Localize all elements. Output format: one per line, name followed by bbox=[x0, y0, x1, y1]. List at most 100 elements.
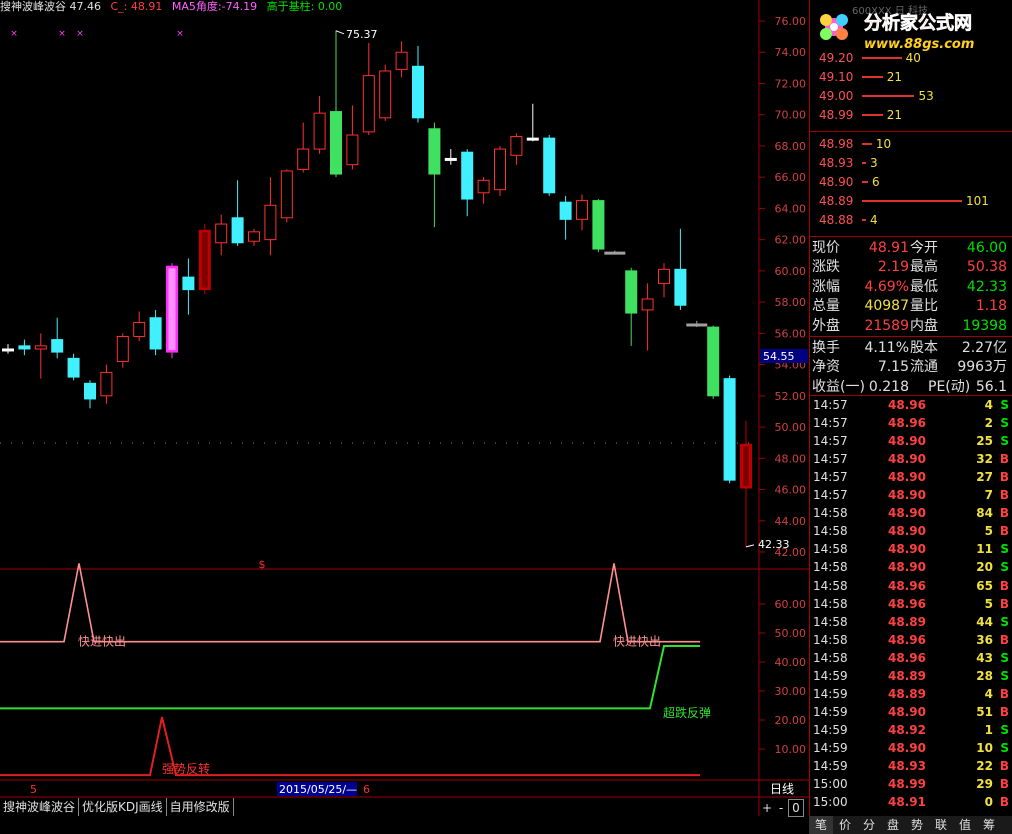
tick-row[interactable]: 14:58 48.89 44 S bbox=[810, 613, 1012, 631]
tick-price: 48.89 bbox=[888, 686, 926, 701]
tick-direction: B bbox=[999, 795, 1009, 810]
tick-row[interactable]: 14:58 48.96 65 B bbox=[810, 577, 1012, 595]
tick-direction: B bbox=[999, 686, 1009, 701]
quote-panel: 49.20 40 49.10 21 49.00 53 48.99 21 48.98 10 48.93… bbox=[809, 0, 1012, 834]
tick-volume: 44 bbox=[976, 614, 993, 629]
tick-row[interactable]: 14:59 48.89 28 S bbox=[810, 667, 1012, 685]
tick-time: 14:59 bbox=[813, 740, 848, 755]
rebound-label: 超跌反弹 bbox=[663, 705, 711, 720]
tick-price: 48.96 bbox=[888, 596, 926, 611]
buy-row[interactable]: 48.93 3 bbox=[810, 154, 1012, 172]
kline-chart[interactable]: 76.00 74.00 72.00 70.00 68.00 66.00 64.00 62.00… bbox=[0, 0, 810, 834]
tick-row[interactable]: 15:00 48.91 0 B bbox=[810, 793, 1012, 811]
buy-volume: 3 bbox=[870, 156, 878, 170]
sell-price: 49.00 bbox=[819, 89, 854, 103]
quote-label: 净资 bbox=[812, 359, 840, 376]
tick-row[interactable]: 14:59 48.89 4 B bbox=[810, 685, 1012, 703]
volume-bar bbox=[862, 95, 915, 97]
tick-price: 48.96 bbox=[888, 416, 926, 431]
tick-row[interactable]: 14:57 48.90 32 B bbox=[810, 450, 1012, 468]
zoom-in-button[interactable]: + bbox=[760, 800, 774, 816]
tick-volume: 43 bbox=[976, 650, 993, 665]
candle-body bbox=[658, 268, 670, 284]
candle-body bbox=[412, 65, 424, 119]
tick-row[interactable]: 14:57 48.90 25 S bbox=[810, 432, 1012, 450]
tick-row[interactable]: 14:57 48.90 27 B bbox=[810, 468, 1012, 486]
tick-row[interactable]: 14:58 48.96 36 B bbox=[810, 631, 1012, 649]
tick-direction: B bbox=[999, 488, 1009, 503]
panel-tab[interactable]: 筹 bbox=[977, 816, 1001, 834]
candle-body bbox=[280, 170, 293, 219]
tick-time: 14:57 bbox=[813, 488, 848, 503]
quote-value: 40987 bbox=[864, 298, 909, 315]
candle-body bbox=[313, 112, 326, 150]
buy-volume: 10 bbox=[875, 137, 892, 151]
tick-price: 48.92 bbox=[888, 722, 926, 737]
candle-body bbox=[674, 268, 687, 306]
tick-row[interactable]: 14:59 48.92 1 S bbox=[810, 721, 1012, 739]
candle-body bbox=[559, 201, 572, 220]
panel-tab[interactable]: 价 bbox=[833, 816, 857, 834]
quote-row: 净资 7.15 流通 9963万 bbox=[810, 358, 1012, 377]
tick-row[interactable]: 14:57 48.96 4 S bbox=[810, 396, 1012, 414]
tick-price: 48.93 bbox=[888, 759, 926, 773]
sell-row[interactable]: 48.99 21 bbox=[810, 106, 1012, 124]
quote-label: PE(动) bbox=[928, 378, 971, 395]
tick-row[interactable]: 14:58 48.90 20 S bbox=[810, 558, 1012, 576]
volume-bar bbox=[862, 219, 866, 221]
tick-direction: S bbox=[1000, 650, 1009, 665]
quote-value: 7.15 bbox=[877, 359, 909, 376]
quote-value: 48.91 bbox=[868, 240, 909, 256]
tick-direction: B bbox=[999, 632, 1009, 647]
buy-row[interactable]: 48.98 10 bbox=[810, 135, 1012, 153]
buy-row[interactable]: 48.88 4 bbox=[810, 211, 1012, 229]
tab-indicator-2[interactable]: 优化版KDJ画线 bbox=[79, 798, 167, 816]
tick-row[interactable]: 14:58 48.90 5 B bbox=[810, 522, 1012, 540]
tick-row[interactable]: 14:59 48.90 10 S bbox=[810, 739, 1012, 757]
tick-row[interactable]: 15:00 48.99 29 B bbox=[810, 775, 1012, 793]
panel-tab[interactable]: 笔 bbox=[809, 816, 833, 834]
separator bbox=[810, 236, 1012, 237]
sell-row[interactable]: 49.10 21 bbox=[810, 68, 1012, 86]
tick-row[interactable]: 14:58 48.90 84 B bbox=[810, 504, 1012, 522]
cursor-price-label: 54.55 bbox=[763, 350, 795, 363]
price-tick-label: 48.00 bbox=[775, 452, 807, 465]
zoom-out-button[interactable]: - bbox=[774, 800, 788, 816]
tick-row[interactable]: 14:58 48.90 11 S bbox=[810, 540, 1012, 558]
tick-row[interactable]: 14:59 48.93 22 B bbox=[810, 757, 1012, 775]
tick-direction: B bbox=[999, 524, 1009, 539]
tick-row[interactable]: 14:58 48.96 43 S bbox=[810, 649, 1012, 667]
candle-body bbox=[149, 317, 162, 350]
tick-row[interactable]: 14:58 48.96 5 B bbox=[810, 595, 1012, 613]
tick-volume: 25 bbox=[976, 434, 993, 449]
panel-tab[interactable]: 值 bbox=[953, 816, 977, 834]
sell-row[interactable]: 49.20 40 bbox=[810, 49, 1012, 67]
buy-row[interactable]: 48.89 101 bbox=[810, 192, 1012, 210]
zoom-reset-button[interactable]: 0 bbox=[788, 799, 804, 817]
panel-tab[interactable]: 分 bbox=[857, 816, 881, 834]
tab-indicator-1[interactable]: 搜神波峰波谷 bbox=[0, 798, 80, 816]
sell-volume: 21 bbox=[886, 108, 903, 122]
sell-row[interactable]: 49.00 53 bbox=[810, 87, 1012, 105]
indicator-tick-label: 20.00 bbox=[775, 714, 807, 727]
zoom-controls: + -0 bbox=[760, 799, 808, 817]
sell-price: 49.20 bbox=[819, 51, 854, 65]
quote-label: 内盘 bbox=[910, 317, 938, 334]
tick-row[interactable]: 14:57 48.90 7 B bbox=[810, 486, 1012, 504]
quote-label: 股本 bbox=[910, 340, 938, 356]
tick-row[interactable]: 14:59 48.90 51 B bbox=[810, 703, 1012, 721]
tick-time: 14:58 bbox=[813, 524, 848, 539]
x-marker-icon: × bbox=[58, 29, 66, 39]
panel-tabs: 笔价分盘势联值筹 bbox=[809, 816, 1012, 834]
panel-tab[interactable]: 联 bbox=[929, 816, 953, 834]
tab-indicator-3[interactable]: 自用修改版 bbox=[167, 798, 234, 816]
period-label: 日线 bbox=[770, 782, 794, 796]
tick-volume: 5 bbox=[984, 524, 993, 539]
tick-row[interactable]: 14:57 48.96 2 S bbox=[810, 414, 1012, 432]
buy-row[interactable]: 48.90 6 bbox=[810, 173, 1012, 191]
volume-bar bbox=[862, 200, 962, 202]
date-left-number: 5 bbox=[30, 783, 37, 796]
panel-tab[interactable]: 势 bbox=[905, 816, 929, 834]
tick-direction: B bbox=[999, 452, 1009, 467]
panel-tab[interactable]: 盘 bbox=[881, 816, 905, 834]
